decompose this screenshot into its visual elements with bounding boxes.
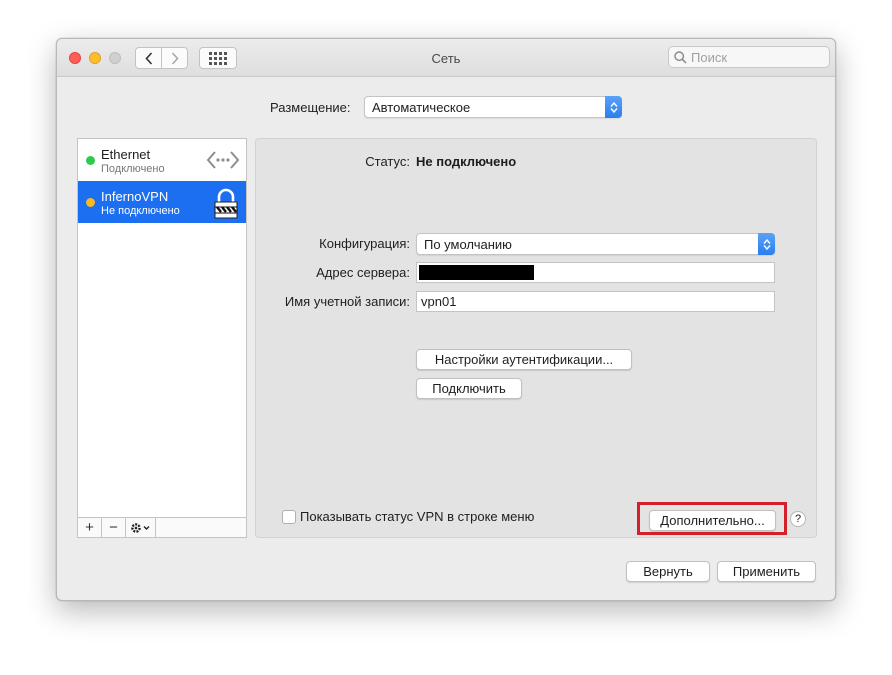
service-item-ethernet[interactable]: Ethernet Подключено (78, 139, 246, 181)
location-label: Размещение: (270, 100, 351, 115)
server-address-label: Адрес сервера: (316, 265, 410, 280)
apply-button[interactable]: Применить (717, 561, 816, 582)
popup-stepper-icon (758, 233, 775, 255)
service-status: Не подключено (101, 205, 180, 217)
status-dot-connected (86, 156, 95, 165)
configuration-popup[interactable]: По умолчанию (416, 233, 775, 255)
ethernet-arrows-icon (206, 146, 240, 177)
location-value: Автоматическое (372, 99, 471, 115)
service-list-toolbar: + − (78, 517, 246, 537)
show-vpn-status-checkbox[interactable] (282, 509, 296, 524)
service-name: InfernoVPN (101, 189, 169, 204)
titlebar: Сеть Поиск (57, 39, 835, 77)
help-button[interactable]: ? (790, 511, 806, 527)
service-list: Ethernet Подключено InfernoVPN Не подклю… (77, 138, 247, 538)
revert-button[interactable]: Вернуть (626, 561, 710, 582)
service-item-infernovpn[interactable]: InfernoVPN Не подключено (78, 181, 246, 223)
connect-button[interactable]: Подключить (416, 378, 522, 399)
show-vpn-status-option[interactable]: Показывать статус VPN в строке меню (282, 509, 534, 524)
highlight-box: Дополнительно... (637, 502, 787, 535)
advanced-button[interactable]: Дополнительно... (649, 510, 776, 531)
service-status: Подключено (101, 163, 165, 175)
vpn-detail-panel: Статус: Не подключено Конфигурация: По у… (255, 138, 817, 538)
service-name: Ethernet (101, 147, 151, 162)
search-placeholder: Поиск (691, 49, 728, 65)
search-field[interactable]: Поиск (668, 46, 830, 68)
gear-icon (130, 522, 149, 533)
add-service-button[interactable]: + (78, 518, 102, 537)
account-name-field[interactable]: vpn01 (416, 291, 775, 312)
remove-service-button[interactable]: − (102, 518, 126, 537)
network-preferences-window: Сеть Поиск Размещение: Автоматическое Et… (56, 38, 836, 601)
lock-icon (212, 188, 240, 223)
popup-stepper-icon (605, 96, 622, 118)
account-name-label: Имя учетной записи: (284, 294, 410, 309)
location-popup[interactable]: Автоматическое (364, 96, 622, 118)
configuration-value: По умолчанию (424, 236, 512, 252)
configuration-label: Конфигурация: (319, 236, 410, 251)
redacted-value (419, 265, 534, 280)
status-dot-disconnected (86, 198, 95, 207)
status-label: Статус: (365, 154, 410, 169)
search-icon (674, 50, 687, 64)
authentication-settings-button[interactable]: Настройки аутентификации... (416, 349, 632, 370)
server-address-field[interactable] (416, 262, 775, 283)
service-actions-button[interactable] (126, 518, 156, 537)
status-value: Не подключено (416, 154, 517, 169)
show-vpn-status-label: Показывать статус VPN в строке меню (300, 509, 535, 524)
